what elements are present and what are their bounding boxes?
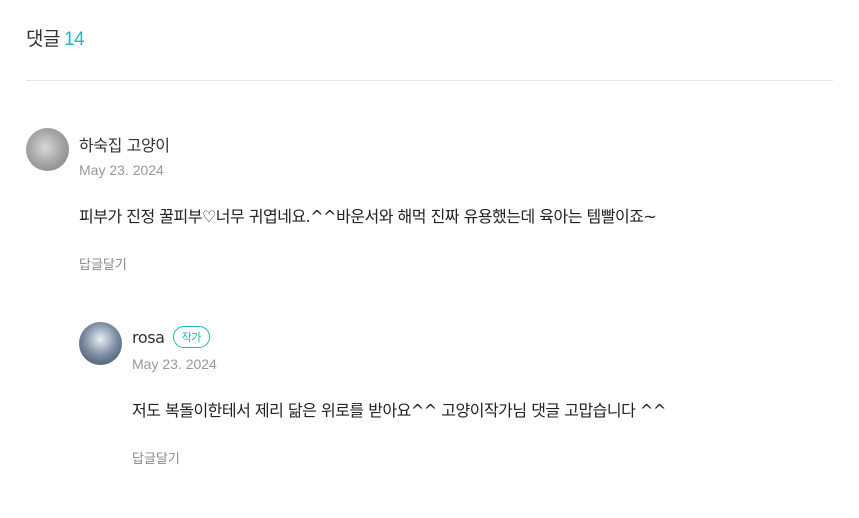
comments-header: 댓글 14 xyxy=(26,24,85,51)
comments-title: 댓글 xyxy=(26,28,60,50)
comment-date: May 23. 2024 xyxy=(79,162,164,178)
comment-date: May 23. 2024 xyxy=(132,356,217,372)
comment-author-wrap: rosa 작가 xyxy=(132,326,211,348)
avatar[interactable] xyxy=(79,322,122,365)
avatar[interactable] xyxy=(26,128,69,171)
comments-count: 14 xyxy=(63,29,85,50)
comment-author[interactable]: 하숙집 고양이 xyxy=(79,132,170,156)
reply-button[interactable]: 답글달기 xyxy=(79,254,127,273)
comment-text: 저도 복돌이한테서 제리 닮은 위로를 받아요^^ 고양이작가님 댓글 고맙습니… xyxy=(132,401,666,420)
reply-button[interactable]: 답글달기 xyxy=(132,448,180,467)
comment-text: 피부가 진정 꿀피부♡너무 귀엽네요.^^바운서와 해먹 진짜 유용했는데 육아… xyxy=(79,207,657,226)
author-badge: 작가 xyxy=(172,326,211,348)
comment-author[interactable]: rosa xyxy=(132,328,165,347)
divider xyxy=(26,80,833,81)
